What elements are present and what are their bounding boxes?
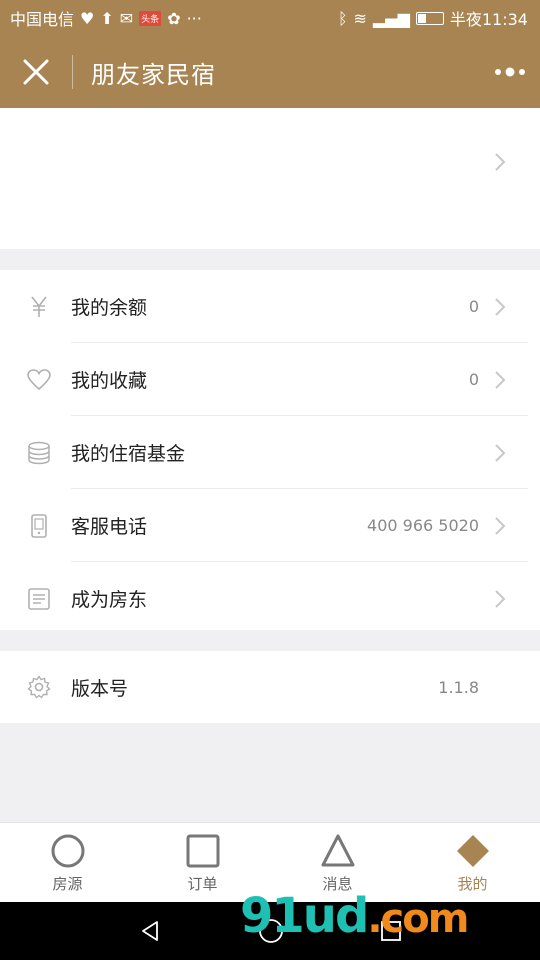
coins-stack-icon bbox=[28, 441, 50, 464]
phone-number: 400 966 5020 bbox=[367, 516, 479, 535]
tab-label: 订单 bbox=[187, 875, 218, 893]
wifi-icon: ≋ bbox=[353, 8, 367, 28]
chevron-right-icon bbox=[495, 297, 506, 316]
title-divider bbox=[72, 55, 73, 89]
menu-item-become-host[interactable]: 成为房东 bbox=[0, 562, 540, 635]
menu-item-customer-service[interactable]: 客服电话 400 966 5020 bbox=[0, 489, 540, 562]
more-dots-icon bbox=[495, 67, 525, 77]
battery-icon bbox=[415, 11, 444, 25]
version-number: 1.1.8 bbox=[438, 677, 479, 697]
menu-item-value: 0 bbox=[468, 297, 479, 316]
menu-item-version: 版本号 1.1.8 bbox=[0, 651, 540, 723]
chevron-right-icon bbox=[495, 443, 506, 462]
chevron-right-icon bbox=[495, 370, 506, 389]
news-badge-icon: 头条 bbox=[139, 10, 162, 26]
yen-icon bbox=[31, 296, 47, 317]
clock: 半夜11:34 bbox=[449, 10, 528, 29]
close-button[interactable] bbox=[0, 36, 72, 108]
menu-group-account: 我的余额 0 我的收藏 0 我的住宿基金 客服电话 400 966 5020 成… bbox=[0, 270, 540, 630]
watermark-logo: 91ud.com bbox=[240, 888, 469, 944]
menu-item-value: 0 bbox=[468, 370, 479, 389]
health-icon: ♥ bbox=[80, 8, 95, 28]
watermark-suffix: .com bbox=[367, 896, 469, 942]
status-left: 中国电信 ♥ ⬆ ✉ 头条 ✿ ··· bbox=[10, 6, 202, 30]
tab-listings[interactable]: 房源 bbox=[0, 823, 135, 902]
gear-icon bbox=[27, 675, 51, 699]
menu-item-label: 我的余额 bbox=[71, 297, 148, 319]
triangle-icon bbox=[321, 834, 354, 867]
watermark-main: 91ud bbox=[240, 888, 369, 944]
chevron-right-icon bbox=[495, 589, 506, 608]
bluetooth-icon: ᛒ bbox=[337, 8, 348, 28]
diamond-icon bbox=[456, 835, 489, 867]
chevron-right-icon bbox=[495, 153, 506, 171]
menu-item-label: 我的收藏 bbox=[71, 370, 148, 392]
menu-item-label: 版本号 bbox=[71, 677, 129, 700]
more-button[interactable] bbox=[480, 36, 540, 108]
profile-card[interactable] bbox=[0, 108, 540, 249]
upload-icon: ⬆ bbox=[100, 8, 114, 28]
page-title: 朋友家民宿 bbox=[91, 60, 216, 89]
status-bar: 中国电信 ♥ ⬆ ✉ 头条 ✿ ··· ᛒ ≋ ▂▄▆ 半夜11:34 bbox=[0, 0, 540, 36]
square-icon bbox=[186, 834, 219, 868]
menu-item-label: 我的住宿基金 bbox=[71, 443, 186, 465]
tab-label: 房源 bbox=[52, 875, 83, 893]
back-icon[interactable] bbox=[138, 919, 162, 943]
baidu-icon: ✿ bbox=[167, 8, 181, 28]
more-notifications-icon: ··· bbox=[186, 8, 202, 28]
menu-item-label: 成为房东 bbox=[71, 589, 148, 611]
menu-item-label: 客服电话 bbox=[71, 516, 148, 538]
circle-icon bbox=[51, 834, 84, 868]
close-icon bbox=[23, 59, 49, 85]
notification-icon: ✉ bbox=[119, 8, 134, 28]
chevron-right-icon bbox=[495, 516, 506, 535]
signal-icon: ▂▄▆ bbox=[372, 8, 410, 28]
title-bar: 朋友家民宿 bbox=[0, 36, 540, 108]
menu-group-about: 版本号 1.1.8 bbox=[0, 651, 540, 723]
document-icon bbox=[28, 587, 50, 610]
status-right: ᛒ ≋ ▂▄▆ 半夜11:34 bbox=[338, 6, 528, 30]
menu-item-lodging-fund[interactable]: 我的住宿基金 bbox=[0, 416, 540, 489]
heart-icon bbox=[27, 368, 51, 390]
carrier-name: 中国电信 bbox=[10, 10, 75, 29]
menu-item-balance[interactable]: 我的余额 0 bbox=[0, 270, 540, 343]
menu-item-favorites[interactable]: 我的收藏 0 bbox=[0, 343, 540, 416]
phone-icon bbox=[31, 513, 47, 538]
